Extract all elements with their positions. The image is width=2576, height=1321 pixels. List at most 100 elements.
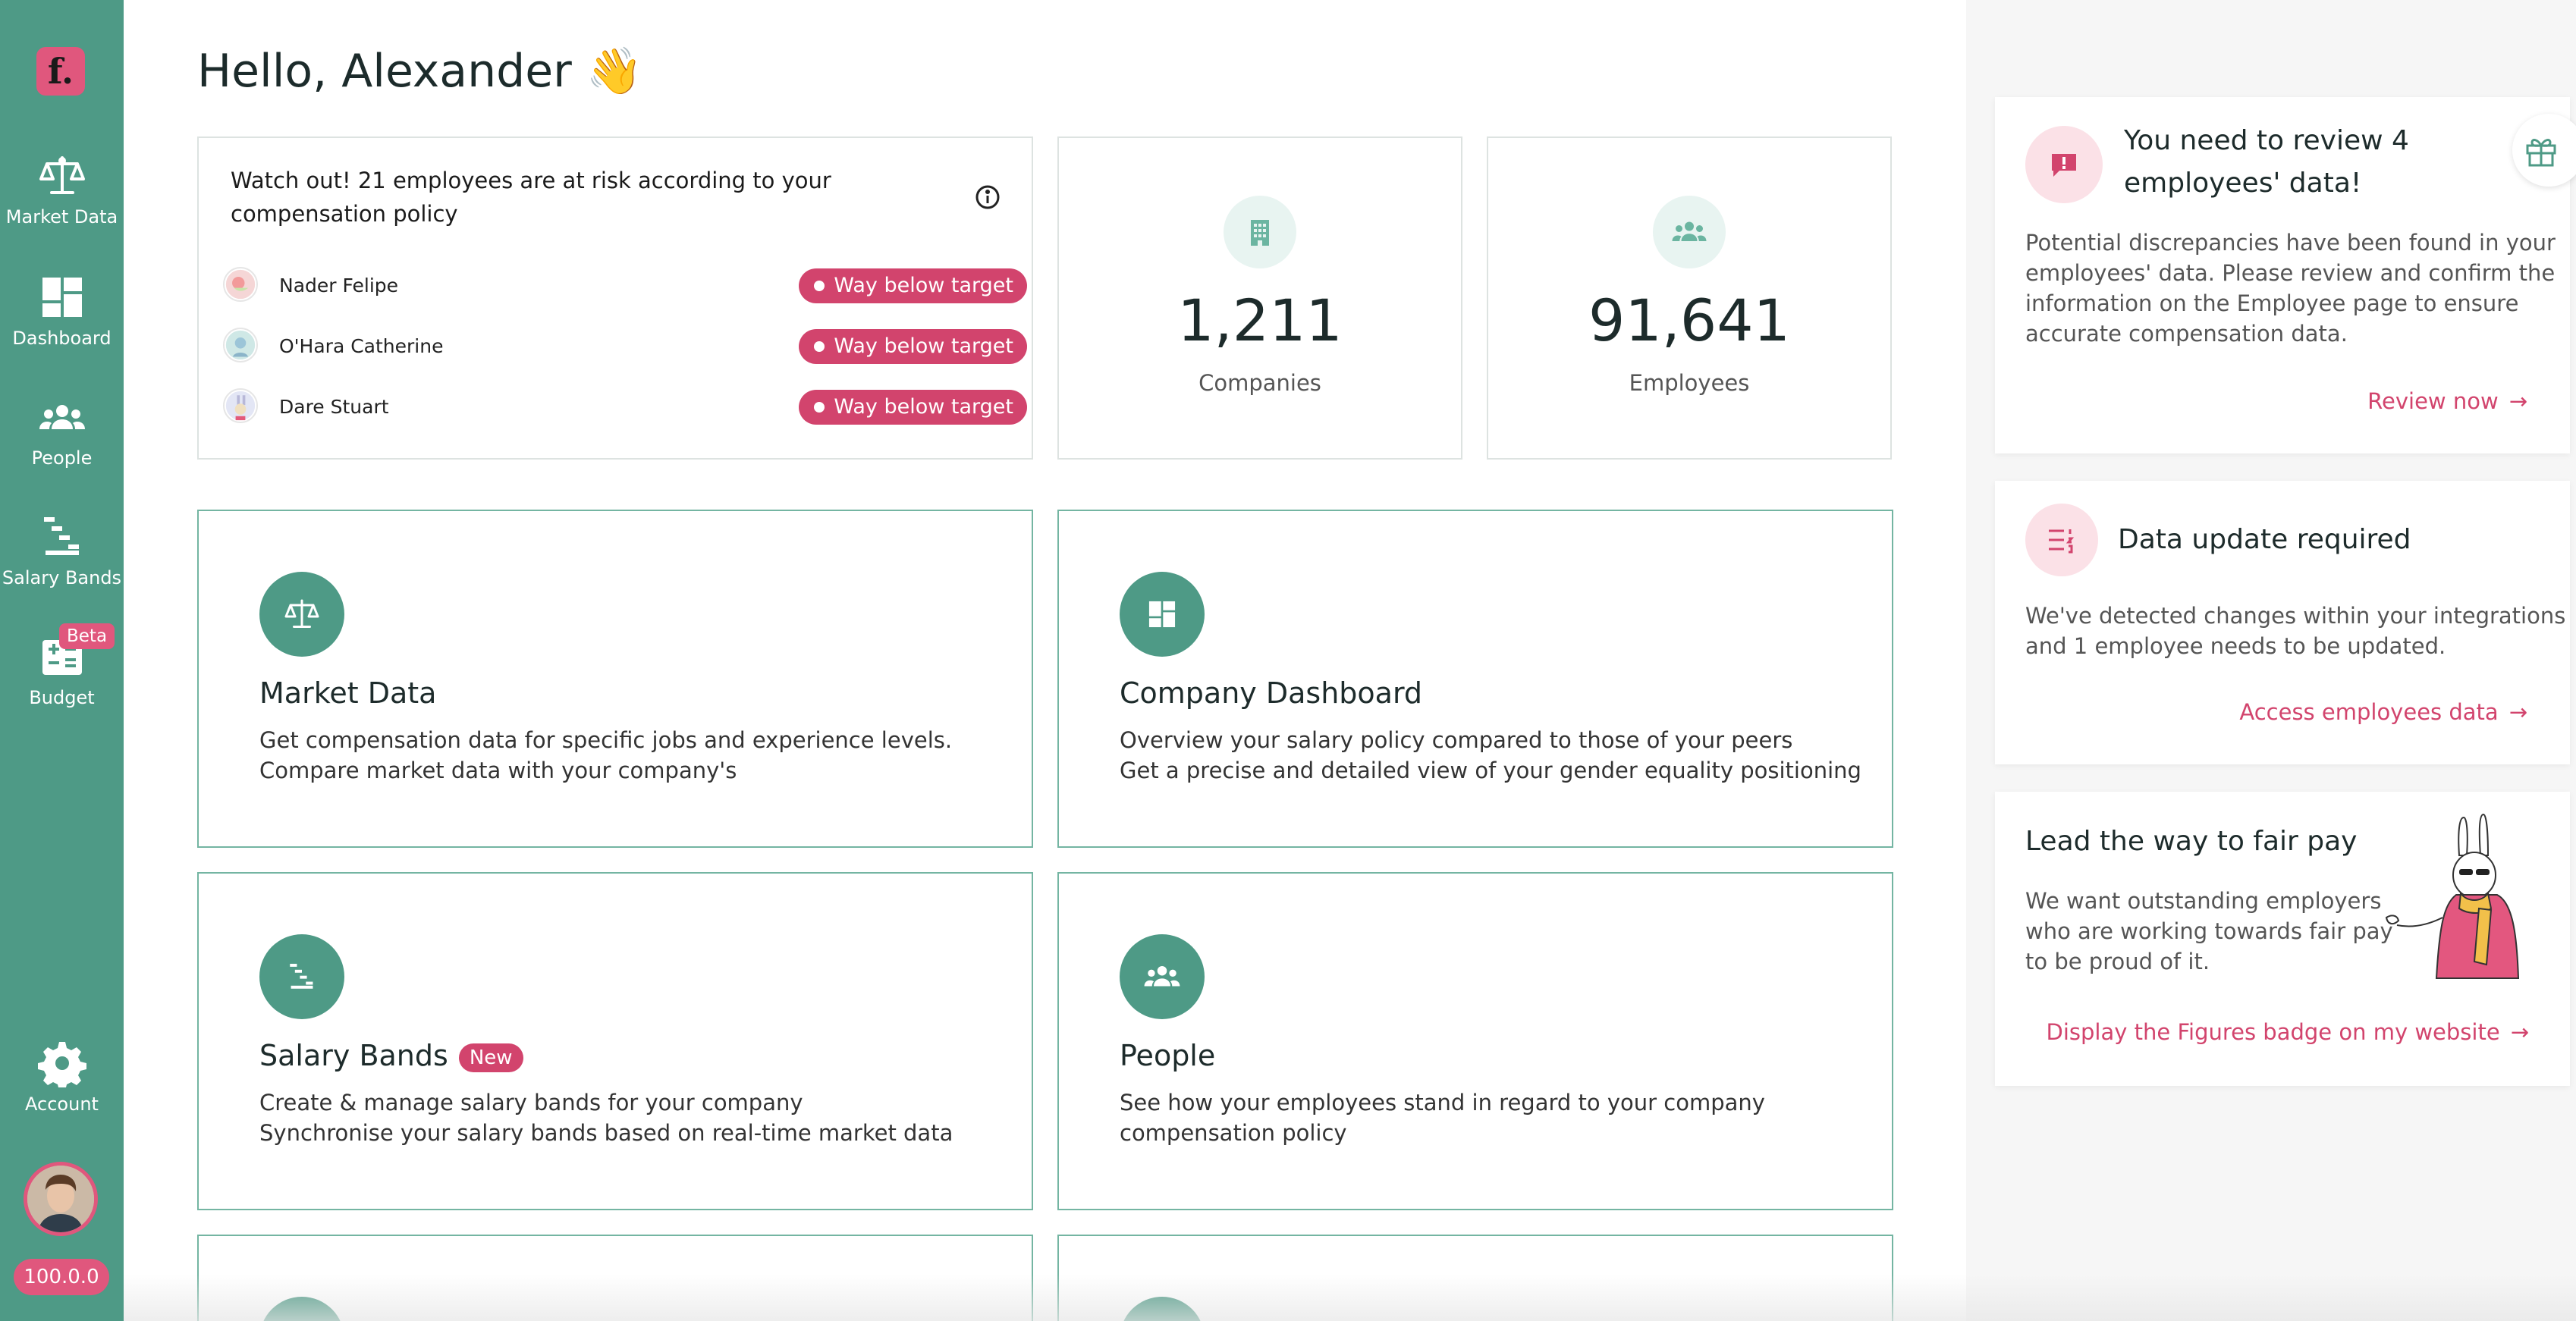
review-card-text-line: accurate compensation data. <box>2025 321 2348 347</box>
sidebar-item-label: Market Data <box>5 206 118 227</box>
risk-card: Watch out! 21 employees are at risk acco… <box>197 136 1033 460</box>
employee-row[interactable]: Nader Felipe Way below target <box>223 267 1027 303</box>
employee-row[interactable]: Dare Stuart Way below target <box>223 388 1027 425</box>
app-logo[interactable]: f. <box>36 47 85 96</box>
feature-description: Create & manage salary bands for your co… <box>259 1087 1003 1148</box>
companies-count: 1,211 <box>1177 287 1343 354</box>
display-figures-badge-label: Display the Figures badge on my website <box>2046 1019 2500 1045</box>
employee-name: O'Hara Catherine <box>279 335 444 357</box>
review-data-card: You need to review 4 employees' data! Po… <box>1995 97 2570 453</box>
employees-stat-card: 91,641 Employees <box>1487 136 1892 460</box>
people-icon <box>39 405 85 429</box>
feature-card-company-dashboard[interactable]: Company Dashboard Overview your salary p… <box>1057 510 1893 848</box>
arrow-right-icon: → <box>2510 1019 2529 1045</box>
access-employees-data-label: Access employees data <box>2239 699 2499 725</box>
fair-pay-text: We want outstanding employers who are wo… <box>2025 886 2393 977</box>
sidebar-item-label: Dashboard <box>12 328 112 349</box>
arrow-right-icon: → <box>2508 699 2527 725</box>
fair-pay-title: Lead the way to fair pay <box>2025 826 2358 857</box>
review-card-title-line: employees' data! <box>2124 168 2362 199</box>
sidebar-item-label: Account <box>25 1094 99 1115</box>
feature-description-line: See how your employees stand in regard t… <box>1120 1090 1765 1115</box>
rabbit-illustration <box>2385 813 2520 979</box>
data-update-text-line: and 1 employee needs to be updated. <box>2025 633 2446 659</box>
feature-card-salary-bands[interactable]: Salary Bands New Create & manage salary b… <box>197 872 1033 1210</box>
access-employees-data-link[interactable]: Access employees data → <box>2239 699 2527 725</box>
companies-label: Companies <box>1198 370 1321 396</box>
sidebar-item-account[interactable]: Account <box>0 1039 124 1115</box>
employee-name: Dare Stuart <box>279 396 389 418</box>
status-badge: Way below target <box>799 390 1027 425</box>
new-badge: New <box>458 1043 523 1072</box>
salary-bands-icon <box>43 517 79 555</box>
feature-title: Salary Bands New <box>259 1039 523 1072</box>
sidebar: f. Market Data Dashboard People Salary B… <box>0 0 124 1321</box>
feature-description-line: Get a precise and detailed view of your … <box>1120 758 1861 783</box>
feature-title: Market Data <box>259 676 437 710</box>
user-photo <box>27 1166 94 1232</box>
feature-card-people[interactable]: People See how your employees stand in r… <box>1057 872 1893 1210</box>
feature-card-market-data[interactable]: Market Data Get compensation data for sp… <box>197 510 1033 848</box>
scale-icon <box>259 572 344 657</box>
feature-title: Company Dashboard <box>1120 676 1423 710</box>
employee-avatar <box>223 328 258 362</box>
feature-description-line: compensation policy <box>1120 1120 1347 1146</box>
sidebar-item-people[interactable]: People <box>0 393 124 469</box>
employee-avatar <box>223 267 258 302</box>
info-icon[interactable] <box>974 184 1001 211</box>
employee-row[interactable]: O'Hara Catherine Way below target <box>223 328 1027 364</box>
alert-icon <box>2025 126 2103 203</box>
review-card-text-line: Potential discrepancies have been found … <box>2025 230 2556 256</box>
dashboard-icon <box>42 278 82 317</box>
notifications-panel: You need to review 4 employees' data! Po… <box>1966 0 2576 1321</box>
data-update-text: We've detected changes within your integ… <box>2025 601 2565 661</box>
feature-description-line: Get compensation data for specific jobs … <box>259 727 953 753</box>
feature-description: Overview your salary policy compared to … <box>1120 725 1863 786</box>
sidebar-item-dashboard[interactable]: Dashboard <box>0 273 124 349</box>
feature-description-line: Overview your salary policy compared to … <box>1120 727 1793 753</box>
sidebar-item-label: People <box>31 447 93 469</box>
feature-description: See how your employees stand in regard t… <box>1120 1087 1863 1148</box>
fair-pay-text-line: who are working towards fair pay <box>2025 918 2393 944</box>
feature-description-line: Compare market data with your company's <box>259 758 737 783</box>
employee-name: Nader Felipe <box>279 275 399 297</box>
data-update-text-line: We've detected changes within your integ… <box>2025 603 2566 629</box>
employees-count: 91,641 <box>1588 287 1790 354</box>
feature-description: Get compensation data for specific jobs … <box>259 725 1003 786</box>
employees-label: Employees <box>1629 370 1750 396</box>
version-badge[interactable]: 100.0.0 <box>14 1259 109 1295</box>
employee-avatar <box>223 388 258 423</box>
data-update-card: Data update required We've detected chan… <box>1995 481 2570 764</box>
people-icon <box>1120 934 1205 1019</box>
review-card-text-line: information on the Employee page to ensu… <box>2025 290 2519 316</box>
review-card-title-line: You need to review 4 <box>2124 125 2409 156</box>
fair-pay-text-line: to be proud of it. <box>2025 949 2210 974</box>
status-badge: Way below target <box>799 329 1027 364</box>
sidebar-item-label: Budget <box>29 687 95 708</box>
data-update-title: Data update required <box>2118 524 2411 555</box>
review-card-text-line: employees' data. Please review and confi… <box>2025 260 2556 286</box>
sidebar-item-market-data[interactable]: Market Data <box>0 152 124 227</box>
feature-description-line: Synchronise your salary bands based on r… <box>259 1120 953 1146</box>
beta-badge: Beta <box>59 623 115 649</box>
fair-pay-text-line: We want outstanding employers <box>2025 888 2382 914</box>
review-card-title: You need to review 4 employees' data! <box>2124 120 2409 205</box>
scroll-fade <box>124 1274 2576 1321</box>
review-card-text: Potential discrepancies have been found … <box>2025 227 2556 349</box>
sidebar-item-salary-bands[interactable]: Salary Bands <box>0 513 124 588</box>
building-icon <box>1224 196 1296 268</box>
display-figures-badge-link[interactable]: Display the Figures badge on my website → <box>2047 1019 2529 1045</box>
review-now-link[interactable]: Review now → <box>2367 388 2527 414</box>
arrow-right-icon: → <box>2508 388 2527 414</box>
companies-stat-card: 1,211 Companies <box>1057 136 1462 460</box>
list-icon <box>2025 504 2098 576</box>
feature-description-line: Create & manage salary bands for your co… <box>259 1090 803 1115</box>
risk-card-title: Watch out! 21 employees are at risk acco… <box>231 168 831 227</box>
sidebar-item-label: Salary Bands <box>2 567 122 588</box>
fair-pay-card: Lead the way to fair pay We want outstan… <box>1995 792 2570 1086</box>
feature-title: People <box>1120 1039 1216 1072</box>
review-now-label: Review now <box>2367 388 2499 414</box>
people-icon <box>1653 196 1726 268</box>
gear-icon <box>37 1042 86 1087</box>
user-avatar[interactable] <box>24 1162 98 1236</box>
